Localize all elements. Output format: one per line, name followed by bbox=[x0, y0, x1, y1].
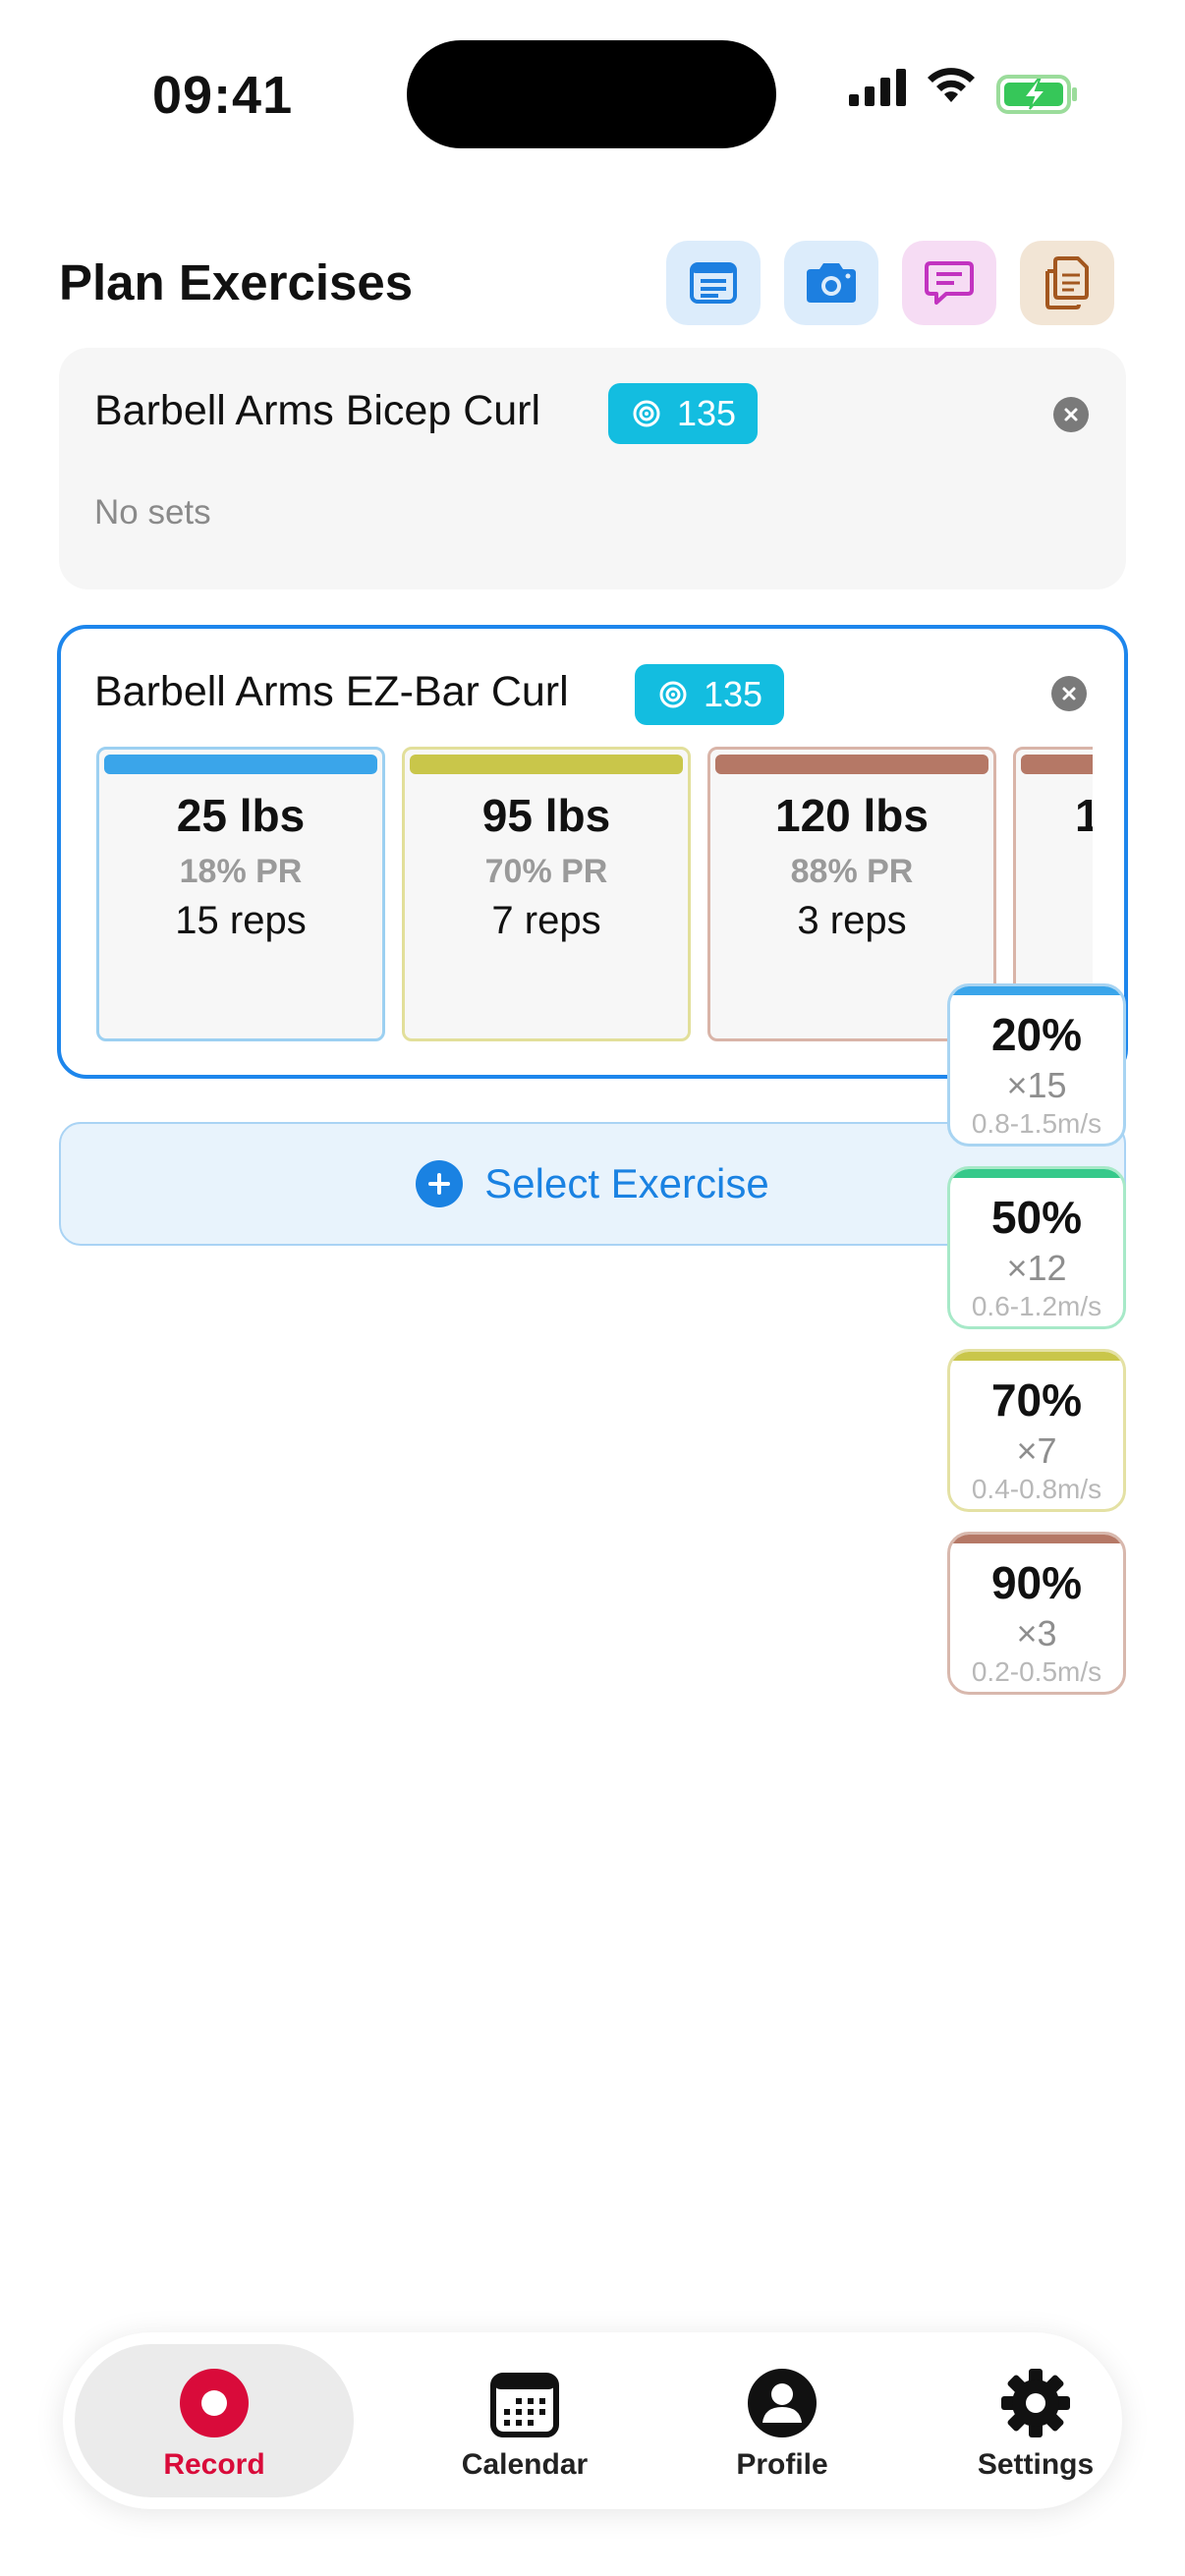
set-color-bar bbox=[715, 755, 988, 774]
set-pr-percent: 18% PR bbox=[179, 853, 303, 890]
chip-percent: 50% bbox=[990, 1192, 1083, 1243]
wifi-icon bbox=[928, 68, 975, 102]
chip-velocity: 0.8-1.5m/s bbox=[971, 1108, 1102, 1139]
intensity-chip[interactable]: 90% ×3 0.2-0.5m/s bbox=[947, 1532, 1126, 1695]
tab-bar: Record Calendar Profile Settings bbox=[63, 2332, 1122, 2509]
tab-profile[interactable]: Profile bbox=[645, 2344, 920, 2497]
exercise-name: Barbell Arms Bicep Curl bbox=[94, 387, 541, 434]
calendar-icon bbox=[490, 2373, 559, 2437]
chip-velocity: 0.4-0.8m/s bbox=[971, 1474, 1102, 1504]
tab-record[interactable]: Record bbox=[75, 2344, 354, 2497]
page-title: Plan Exercises bbox=[59, 254, 414, 310]
set-reps: 7 reps bbox=[491, 899, 601, 942]
status-bar: 09:41 bbox=[0, 0, 1185, 187]
chip-velocity: 0.6-1.2m/s bbox=[971, 1291, 1102, 1321]
chip-percent: 20% bbox=[990, 1009, 1083, 1060]
target-icon bbox=[632, 399, 661, 428]
chip-reps: ×7 bbox=[1016, 1430, 1057, 1471]
close-icon bbox=[1062, 687, 1076, 700]
close-icon bbox=[1064, 408, 1078, 421]
set-tile[interactable]: 25 lbs 18% PR 15 reps bbox=[96, 747, 385, 1041]
set-color-bar bbox=[1021, 755, 1093, 774]
tab-settings[interactable]: Settings bbox=[898, 2344, 1173, 2497]
set-pr-percent: 88% PR bbox=[790, 853, 914, 890]
select-exercise-label: Select Exercise bbox=[484, 1160, 769, 1206]
tab-calendar[interactable]: Calendar bbox=[387, 2344, 662, 2497]
chip-reps: ×12 bbox=[1006, 1248, 1067, 1288]
remove-exercise-button[interactable] bbox=[1051, 676, 1087, 711]
chip-reps: ×3 bbox=[1016, 1613, 1057, 1653]
set-color-bar bbox=[104, 755, 377, 774]
set-weight: 95 lbs bbox=[481, 790, 611, 841]
tab-label: Calendar bbox=[461, 2448, 589, 2481]
target-weight-value: 135 bbox=[677, 393, 737, 433]
plus-circle-icon bbox=[416, 1160, 464, 1207]
chip-color-bar bbox=[950, 1169, 1123, 1178]
set-weight: 1 bbox=[1075, 790, 1093, 841]
set-reps: 15 reps bbox=[175, 899, 307, 942]
battery-charging-icon bbox=[996, 75, 1077, 114]
chat-bubble-icon bbox=[925, 261, 974, 305]
set-weight: 120 lbs bbox=[775, 790, 929, 841]
tab-label: Settings bbox=[977, 2448, 1095, 2481]
camera-button[interactable] bbox=[784, 241, 878, 325]
person-icon bbox=[748, 2369, 817, 2437]
set-reps: 3 reps bbox=[797, 899, 907, 942]
target-weight-value: 135 bbox=[704, 674, 763, 714]
target-weight-badge[interactable]: 135 bbox=[635, 664, 785, 725]
copy-button[interactable] bbox=[1020, 241, 1114, 325]
tab-label: Record bbox=[163, 2448, 265, 2481]
target-weight-badge[interactable]: 135 bbox=[608, 383, 759, 444]
camera-icon bbox=[807, 263, 856, 303]
sets-scroller[interactable]: 25 lbs 18% PR 15 reps 95 lbs 70% PR 7 re… bbox=[96, 747, 1093, 1061]
chip-velocity: 0.2-0.5m/s bbox=[971, 1656, 1102, 1687]
cellular-signal-icon bbox=[849, 69, 906, 106]
chip-percent: 70% bbox=[990, 1374, 1083, 1426]
tab-label: Profile bbox=[736, 2448, 828, 2481]
gear-icon bbox=[1001, 2369, 1070, 2437]
chip-percent: 90% bbox=[990, 1557, 1083, 1608]
no-sets-text: No sets bbox=[94, 493, 211, 532]
dynamic-island bbox=[407, 40, 776, 148]
chip-color-bar bbox=[950, 986, 1123, 995]
exercise-name: Barbell Arms EZ-Bar Curl bbox=[94, 668, 569, 715]
remove-exercise-button[interactable] bbox=[1053, 397, 1089, 432]
exercise-card[interactable]: Barbell Arms Bicep Curl 135 No sets bbox=[59, 348, 1126, 589]
intensity-chip[interactable]: 20% ×15 0.8-1.5m/s bbox=[947, 983, 1126, 1147]
set-tile[interactable]: 95 lbs 70% PR 7 reps bbox=[402, 747, 691, 1041]
set-weight: 25 lbs bbox=[176, 790, 306, 841]
intensity-chip[interactable]: 50% ×12 0.6-1.2m/s bbox=[947, 1166, 1126, 1329]
chip-color-bar bbox=[950, 1535, 1123, 1543]
target-icon bbox=[658, 680, 688, 709]
set-color-bar bbox=[410, 755, 683, 774]
notes-button[interactable] bbox=[666, 241, 761, 325]
copy-documents-icon bbox=[1045, 256, 1089, 309]
record-icon bbox=[180, 2369, 249, 2437]
set-pr-percent: 70% PR bbox=[484, 853, 608, 890]
document-lines-icon bbox=[690, 262, 737, 304]
chat-button[interactable] bbox=[902, 241, 996, 325]
chip-reps: ×15 bbox=[1006, 1065, 1067, 1105]
status-time: 09:41 bbox=[152, 66, 294, 125]
intensity-chip[interactable]: 70% ×7 0.4-0.8m/s bbox=[947, 1349, 1126, 1512]
chip-color-bar bbox=[950, 1352, 1123, 1361]
